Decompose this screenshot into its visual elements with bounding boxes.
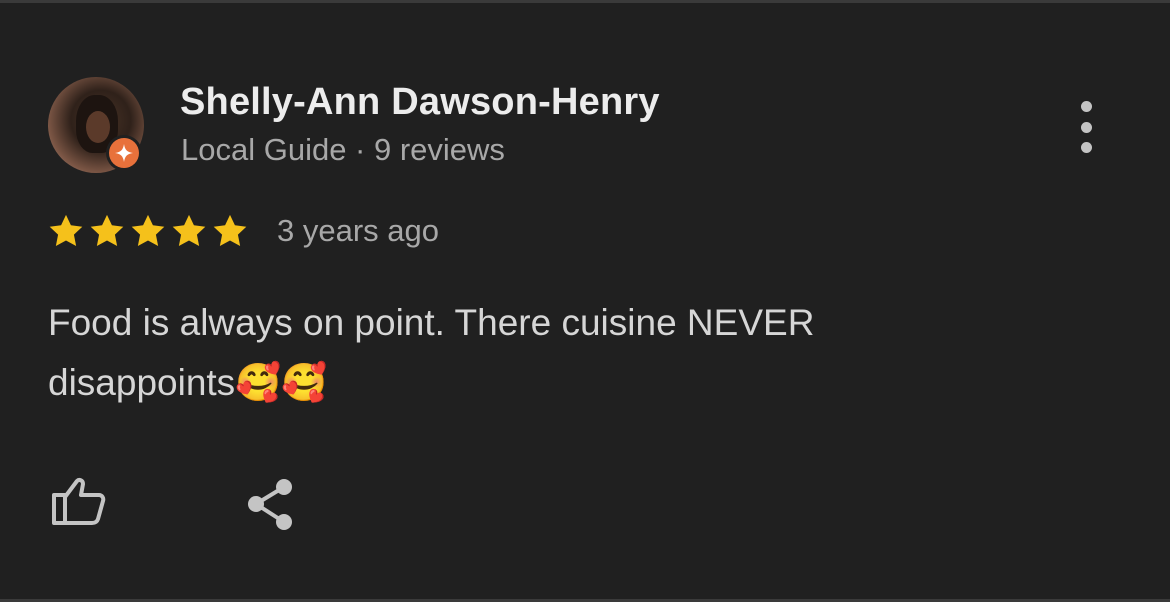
reviewer-meta: Local Guide · 9 reviews xyxy=(181,132,505,167)
star-rating xyxy=(47,210,252,252)
local-guide-badge-icon xyxy=(106,135,142,171)
star-icon xyxy=(49,214,83,247)
more-options-button[interactable] xyxy=(1064,95,1108,159)
like-button[interactable] xyxy=(48,473,110,533)
review-text-line: Food is always on point. There cuisine N… xyxy=(48,302,815,343)
more-vert-icon xyxy=(1080,101,1092,112)
star-icon xyxy=(90,214,124,247)
review-text-line: disappoints🥰🥰 xyxy=(48,362,328,403)
reviewer-name[interactable]: Shelly-Ann Dawson-Henry xyxy=(180,81,660,124)
review-card: Shelly-Ann Dawson-Henry Local Guide · 9 … xyxy=(0,0,1170,602)
share-icon xyxy=(248,479,292,530)
review-date: 3 years ago xyxy=(277,213,439,248)
thumb-up-icon xyxy=(52,478,106,525)
star-icon xyxy=(131,214,165,247)
reviewer-avatar[interactable] xyxy=(48,77,144,173)
sparkle-icon xyxy=(115,144,133,162)
share-button[interactable] xyxy=(242,475,300,535)
star-icon xyxy=(172,214,206,247)
star-icon xyxy=(213,214,247,247)
review-text: Food is always on point. There cuisine N… xyxy=(48,293,948,413)
